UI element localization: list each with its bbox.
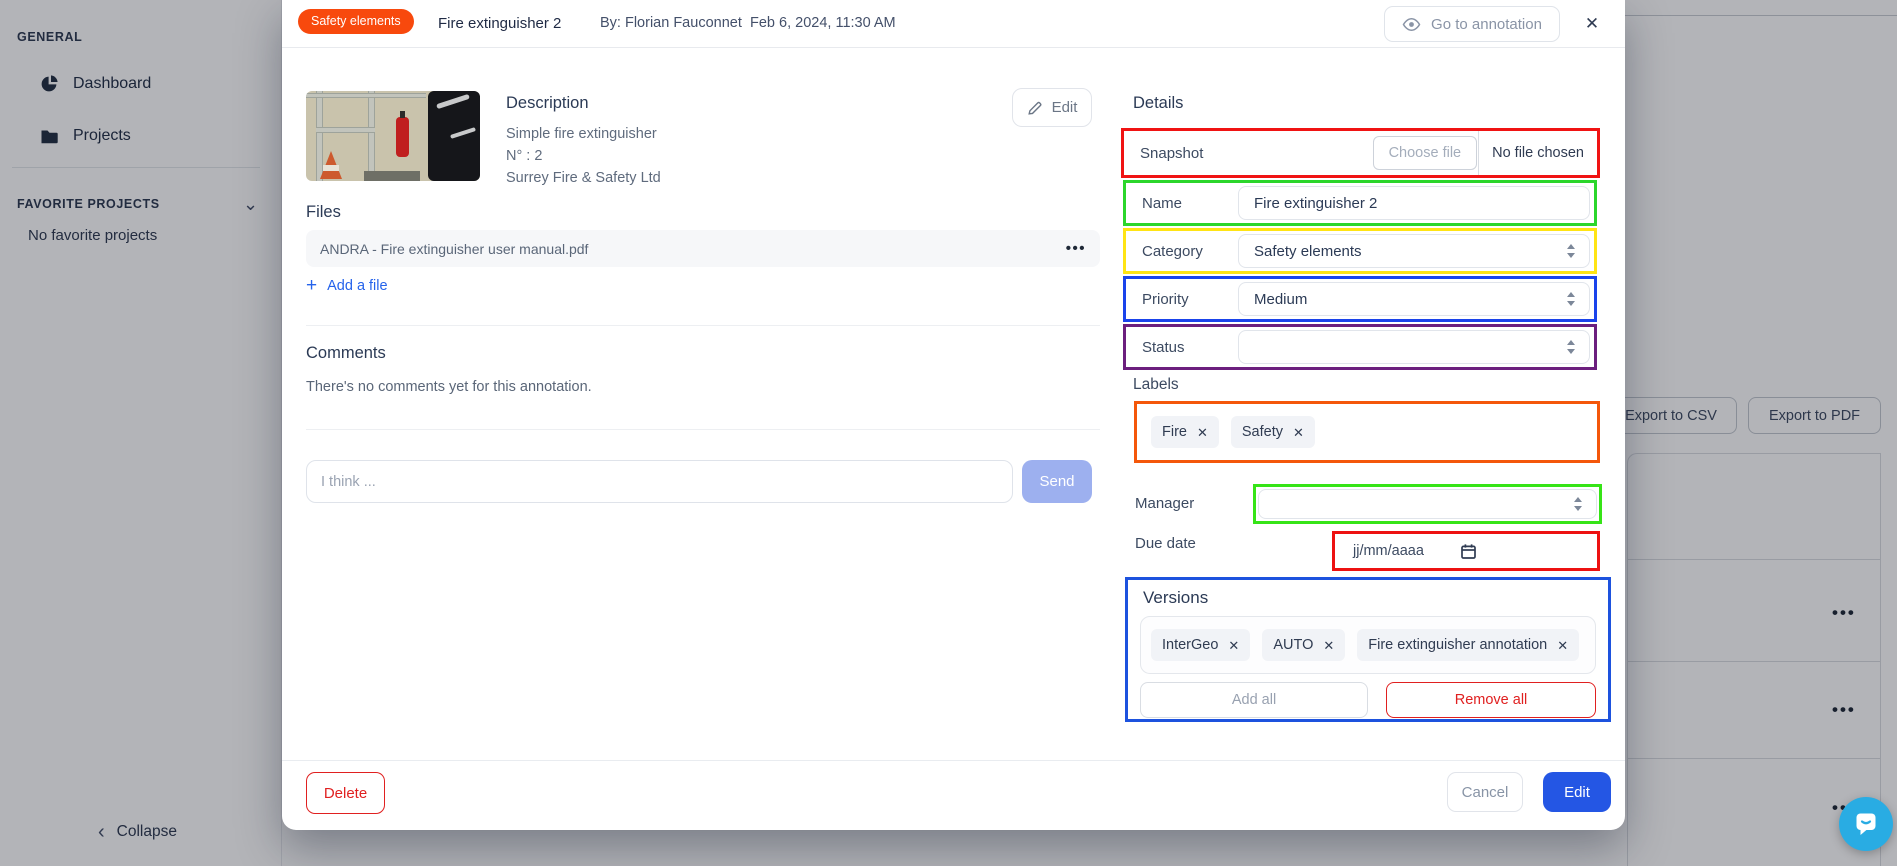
labels-heading: Labels — [1133, 376, 1179, 394]
remove-label-icon[interactable]: ✕ — [1293, 426, 1304, 439]
versions-field: Versions InterGeo ✕ AUTO ✕ Fire extingui… — [1125, 577, 1611, 722]
calendar-icon[interactable] — [1460, 543, 1477, 560]
select-arrows-icon — [1566, 340, 1576, 354]
remove-version-icon[interactable]: ✕ — [1323, 639, 1334, 652]
file-more-options-icon[interactable]: ••• — [1066, 240, 1086, 257]
chat-bubble-icon — [1852, 810, 1880, 838]
comments-empty-text: There's no comments yet for this annotat… — [306, 379, 592, 395]
close-icon[interactable]: ✕ — [1579, 11, 1605, 37]
label-chip: Fire ✕ — [1151, 416, 1219, 448]
footer-divider — [282, 760, 1625, 761]
category-value: Safety elements — [1254, 243, 1362, 260]
no-file-chosen-text: No file chosen — [1479, 145, 1597, 161]
version-chip-text: InterGeo — [1162, 637, 1218, 653]
add-file-button[interactable]: + Add a file — [306, 276, 388, 295]
file-row[interactable]: ANDRA - Fire extinguisher user manual.pd… — [306, 230, 1100, 267]
section-divider — [306, 325, 1100, 326]
go-to-annotation-button[interactable]: Go to annotation — [1384, 6, 1560, 42]
status-label: Status — [1126, 339, 1238, 356]
file-name: ANDRA - Fire extinguisher user manual.pd… — [320, 241, 588, 257]
add-all-versions-button[interactable]: Add all — [1140, 682, 1368, 718]
priority-value: Medium — [1254, 291, 1307, 308]
select-arrows-icon — [1566, 244, 1576, 258]
remove-version-icon[interactable]: ✕ — [1557, 639, 1568, 652]
status-field: Status — [1123, 324, 1597, 370]
section-divider — [306, 429, 1100, 430]
name-input[interactable]: Fire extinguisher 2 — [1238, 186, 1590, 220]
manager-field — [1253, 484, 1602, 524]
category-field: Category Safety elements — [1123, 228, 1597, 274]
plus-icon: + — [306, 276, 317, 295]
due-date-field[interactable]: jj/mm/aaaa — [1332, 531, 1600, 571]
manager-select[interactable] — [1258, 489, 1597, 519]
description-line: Simple fire extinguisher — [506, 126, 657, 142]
versions-chips-container[interactable]: InterGeo ✕ AUTO ✕ Fire extinguisher anno… — [1140, 616, 1596, 674]
due-date-label: Due date — [1135, 535, 1196, 552]
fire-extinguisher-shape — [396, 117, 409, 157]
status-select[interactable] — [1238, 330, 1590, 364]
add-file-label: Add a file — [327, 278, 387, 294]
edit-button[interactable]: Edit — [1543, 772, 1611, 812]
details-heading: Details — [1133, 94, 1183, 113]
screen: GENERAL Dashboard Projects FAVORITE PROJ… — [0, 0, 1897, 866]
name-value: Fire extinguisher 2 — [1254, 195, 1377, 212]
labels-field[interactable]: Fire ✕ Safety ✕ — [1134, 401, 1600, 463]
go-to-annotation-label: Go to annotation — [1431, 16, 1542, 33]
select-arrows-icon — [1566, 292, 1576, 306]
cancel-button[interactable]: Cancel — [1447, 772, 1523, 812]
annotation-modal: Safety elements Fire extinguisher 2 By: … — [282, 0, 1625, 830]
category-badge: Safety elements — [298, 9, 414, 34]
chat-widget-button[interactable] — [1839, 797, 1893, 851]
versions-heading: Versions — [1143, 588, 1208, 608]
comment-input[interactable] — [306, 460, 1013, 503]
remove-label-icon[interactable]: ✕ — [1197, 426, 1208, 439]
version-chip-text: AUTO — [1273, 637, 1313, 653]
label-chip-text: Fire — [1162, 424, 1187, 440]
annotation-author: By: Florian Fauconnet — [600, 15, 742, 31]
pencil-icon — [1027, 100, 1043, 116]
modal-header: Safety elements Fire extinguisher 2 By: … — [282, 0, 1625, 48]
eye-icon — [1402, 17, 1421, 32]
description-line: Surrey Fire & Safety Ltd — [506, 170, 661, 186]
category-select[interactable]: Safety elements — [1238, 234, 1590, 268]
version-chip: AUTO ✕ — [1262, 629, 1345, 661]
snapshot-label: Snapshot — [1124, 145, 1373, 162]
manager-label: Manager — [1135, 495, 1194, 512]
description-line: N° : 2 — [506, 148, 542, 164]
label-chip: Safety ✕ — [1231, 416, 1315, 448]
description-heading: Description — [506, 94, 589, 113]
version-chip: Fire extinguisher annotation ✕ — [1357, 629, 1579, 661]
category-label: Category — [1126, 243, 1238, 260]
priority-label: Priority — [1126, 291, 1238, 308]
edit-description-label: Edit — [1052, 99, 1078, 116]
remove-version-icon[interactable]: ✕ — [1228, 639, 1239, 652]
annotation-title: Fire extinguisher 2 — [438, 15, 561, 32]
priority-select[interactable]: Medium — [1238, 282, 1590, 316]
annotation-date: Feb 6, 2024, 11:30 AM — [750, 15, 896, 31]
due-date-placeholder: jj/mm/aaaa — [1353, 543, 1424, 559]
version-chip: InterGeo ✕ — [1151, 629, 1250, 661]
files-heading: Files — [306, 203, 341, 222]
annotation-snapshot-image[interactable] — [306, 91, 480, 181]
snapshot-field: Snapshot Choose file No file chosen — [1121, 128, 1600, 178]
select-arrows-icon — [1573, 497, 1583, 511]
priority-field: Priority Medium — [1123, 276, 1597, 322]
name-label: Name — [1126, 195, 1238, 212]
choose-file-button[interactable]: Choose file — [1373, 136, 1478, 170]
comments-heading: Comments — [306, 344, 386, 363]
name-field: Name Fire extinguisher 2 — [1123, 180, 1597, 226]
version-chip-text: Fire extinguisher annotation — [1368, 637, 1547, 653]
label-chip-text: Safety — [1242, 424, 1283, 440]
delete-button[interactable]: Delete — [306, 772, 385, 814]
edit-description-button[interactable]: Edit — [1012, 88, 1092, 127]
remove-all-versions-button[interactable]: Remove all — [1386, 682, 1596, 718]
send-comment-button[interactable]: Send — [1022, 460, 1092, 503]
